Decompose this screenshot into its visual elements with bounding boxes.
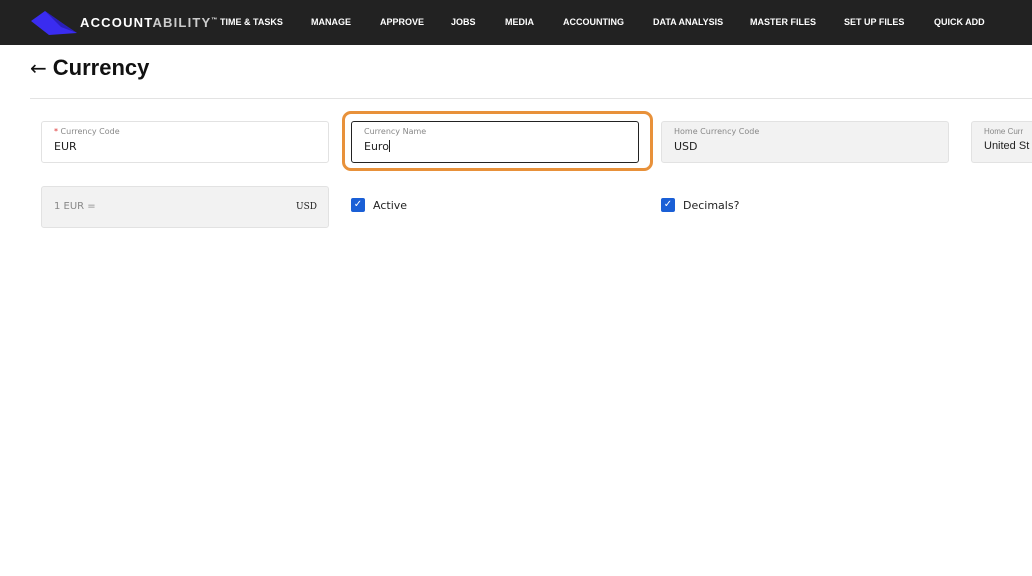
- brand-tm: ™: [211, 17, 218, 24]
- home-currency-name-value: United St: [984, 140, 1030, 152]
- currency-code-field[interactable]: * Currency Code EUR: [41, 121, 329, 163]
- nav-media[interactable]: MEDIA: [505, 17, 534, 27]
- nav-master-files[interactable]: MASTER FILES: [750, 17, 816, 27]
- active-checkbox[interactable]: ✓ Active: [351, 198, 407, 212]
- nav-time-tasks[interactable]: TIME & TASKS: [220, 17, 283, 27]
- checkmark-icon[interactable]: ✓: [351, 198, 365, 212]
- currency-name-label: Currency Name: [364, 127, 427, 136]
- rate-prefix: 1 EUR =: [54, 201, 96, 212]
- text-caret: [388, 140, 390, 152]
- rate-suffix: USD: [296, 202, 317, 212]
- nav-jobs[interactable]: JOBS: [451, 17, 476, 27]
- label-text: Currency Code: [60, 127, 120, 136]
- home-currency-code-label: Home Currency Code: [674, 127, 760, 136]
- nav-set-up-files[interactable]: SET UP FILES: [844, 17, 904, 27]
- decimals-checkbox[interactable]: ✓ Decimals?: [661, 198, 739, 212]
- exchange-rate-field[interactable]: 1 EUR = USD: [41, 186, 329, 228]
- nav-approve[interactable]: APPROVE: [380, 17, 424, 27]
- brand-light: ABILITY: [152, 15, 212, 30]
- home-currency-name-field: Home Curr United St: [971, 121, 1032, 163]
- nav-manage[interactable]: MANAGE: [311, 17, 351, 27]
- back-arrow-icon[interactable]: ←: [30, 56, 47, 80]
- nav-data-analysis[interactable]: DATA ANALYSIS: [653, 17, 723, 27]
- divider: [30, 98, 1032, 99]
- brand-bold: ACCOUNT: [80, 15, 153, 30]
- home-currency-code-field: Home Currency Code USD: [661, 121, 949, 163]
- home-currency-name-label: Home Curr: [984, 127, 1024, 136]
- required-marker: *: [54, 127, 58, 136]
- accountability-logo-icon[interactable]: [31, 11, 77, 35]
- brand-name[interactable]: ACCOUNTABILITY™: [80, 15, 217, 30]
- top-nav: ACCOUNTABILITY™ TIME & TASKS MANAGE APPR…: [0, 0, 1032, 45]
- active-label: Active: [373, 198, 408, 212]
- currency-code-label: * Currency Code: [54, 127, 316, 136]
- currency-name-field[interactable]: Currency Name Euro: [351, 121, 639, 163]
- page-header: ← Currency: [30, 55, 149, 81]
- nav-quick-add[interactable]: QUICK ADD: [934, 17, 985, 27]
- currency-code-value: EUR: [54, 140, 77, 153]
- currency-name-value: Euro: [364, 140, 389, 153]
- checkmark-icon[interactable]: ✓: [661, 198, 675, 212]
- nav-accounting[interactable]: ACCOUNTING: [563, 17, 624, 27]
- home-currency-code-value: USD: [674, 140, 698, 153]
- decimals-label: Decimals?: [683, 198, 740, 212]
- page-title: Currency: [52, 55, 150, 80]
